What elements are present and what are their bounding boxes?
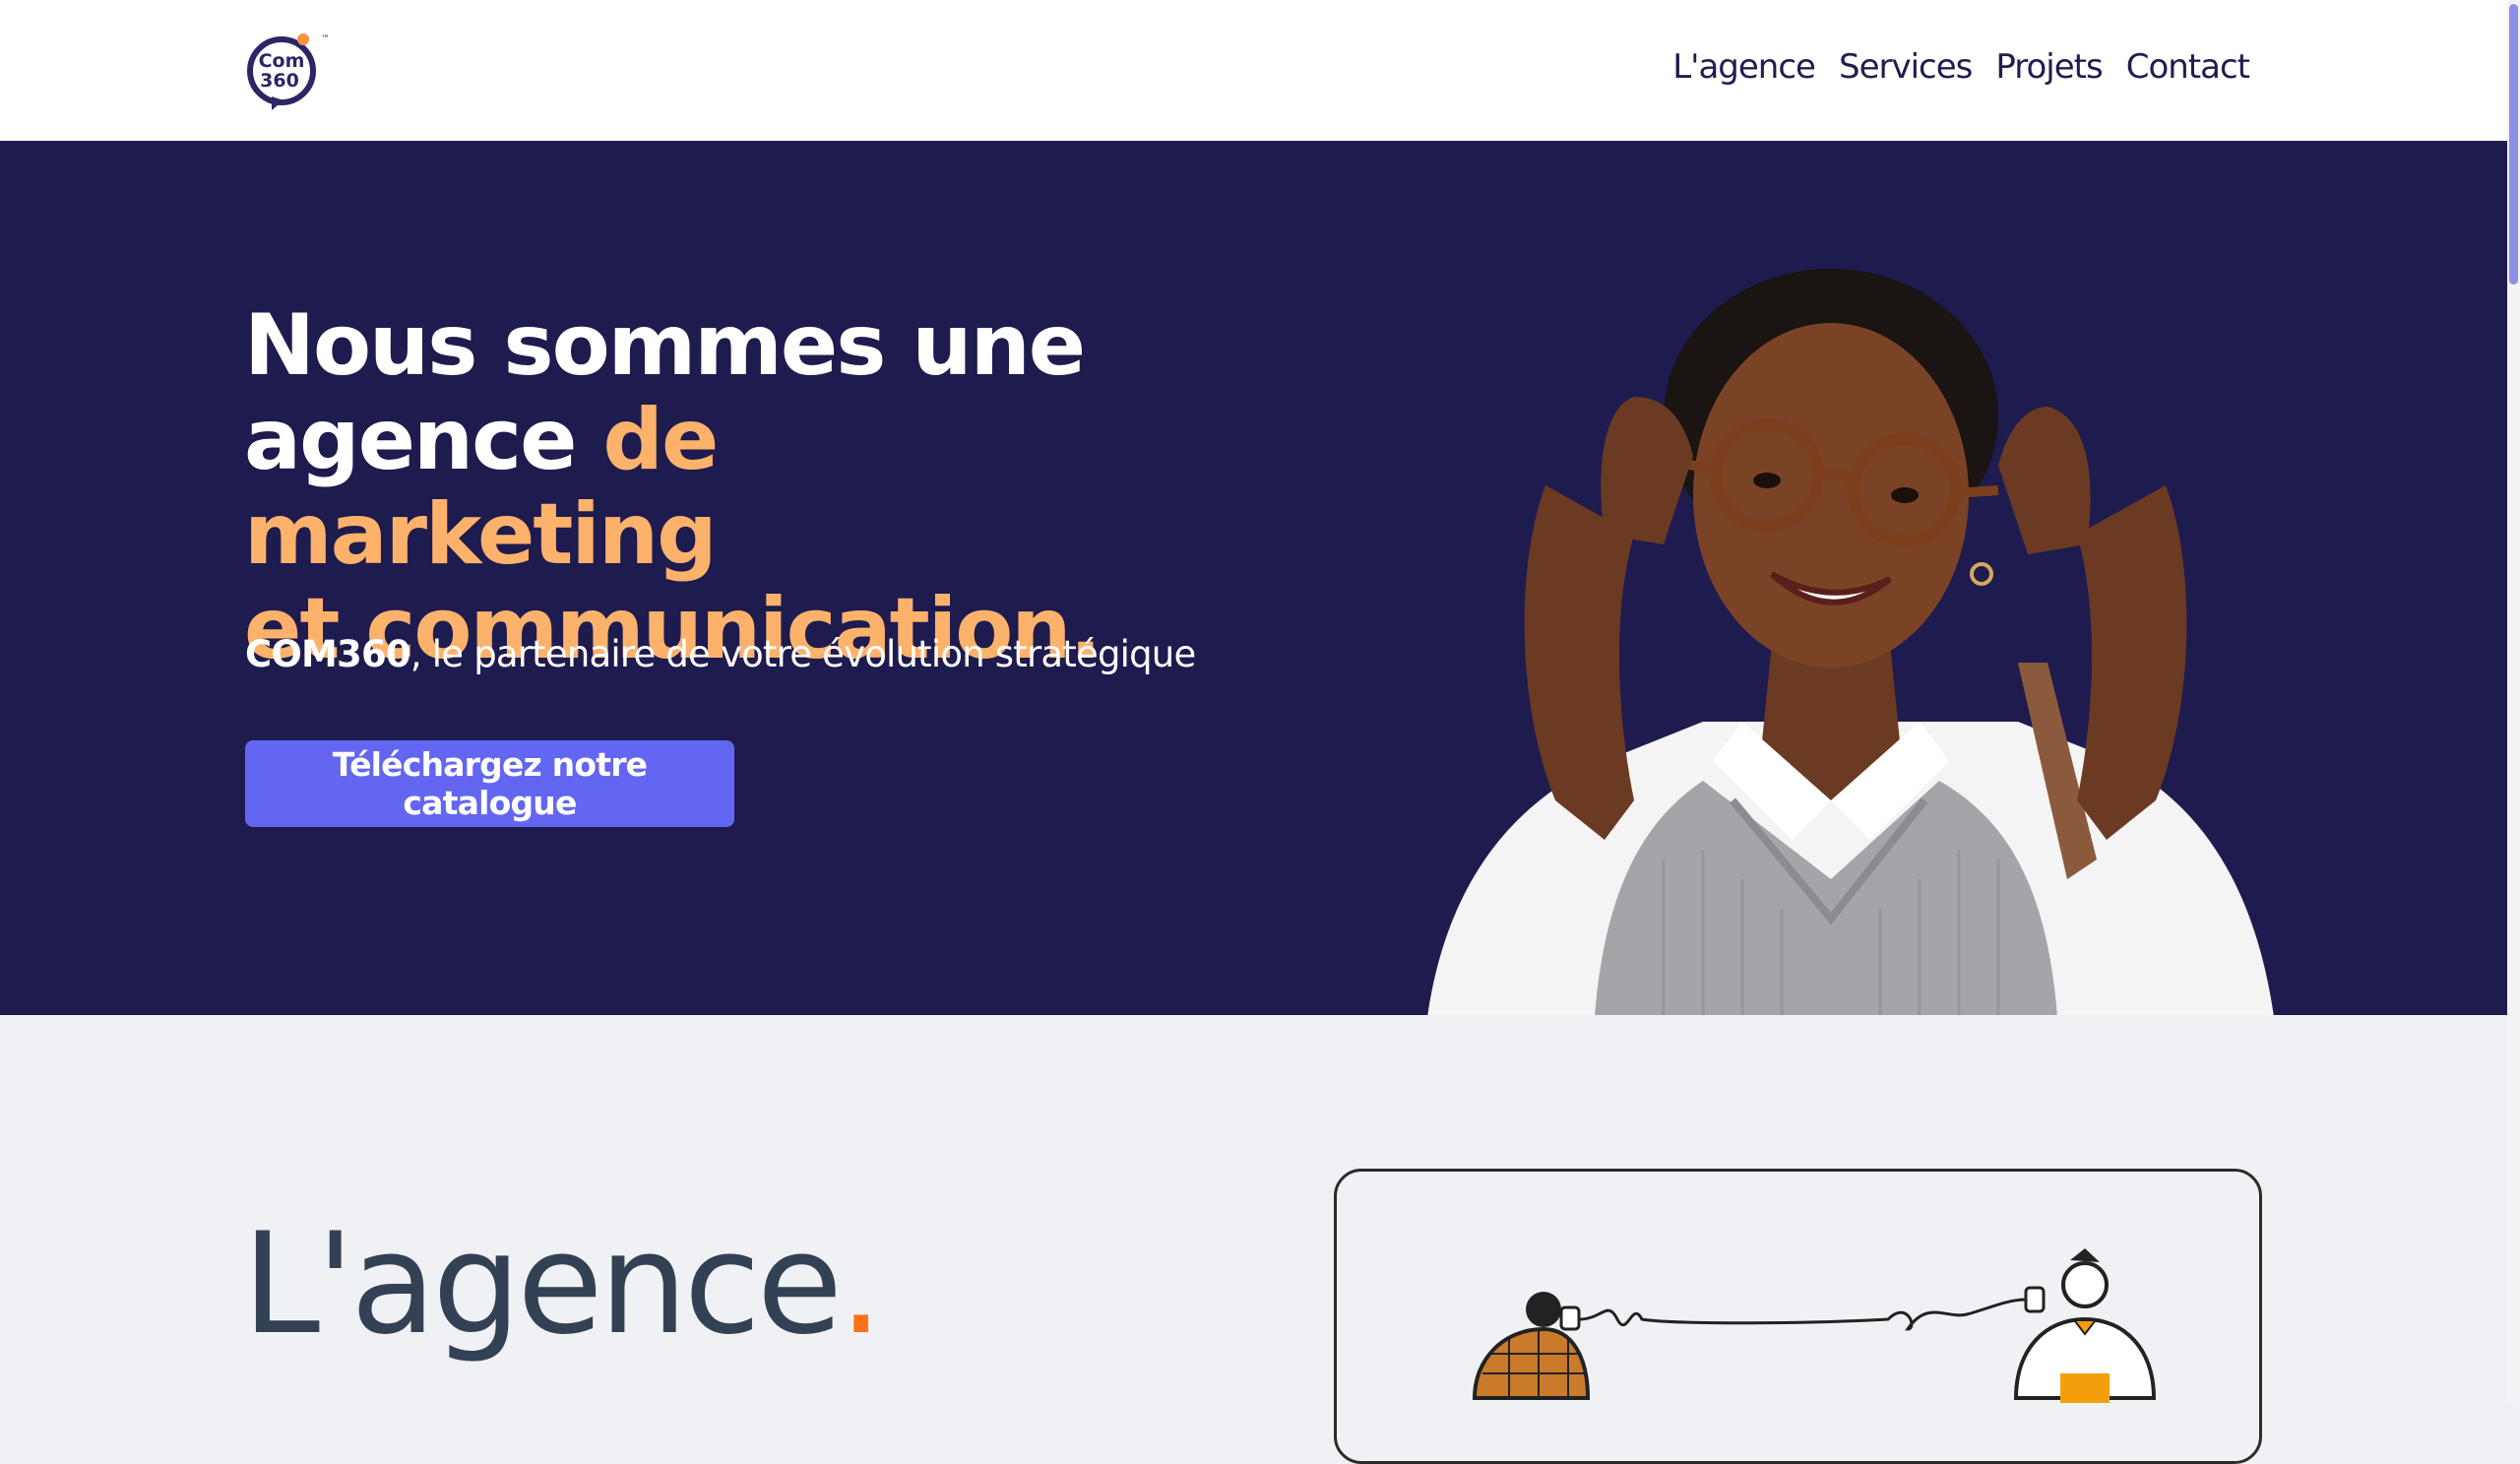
nav-link-contact[interactable]: Contact bbox=[2126, 47, 2250, 87]
agence-illustration-card bbox=[1334, 1169, 2262, 1464]
hero-section: Nous sommes une agence de marketing et c… bbox=[0, 141, 2507, 1015]
page-scrollbar[interactable] bbox=[2507, 0, 2520, 1402]
download-catalogue-button[interactable]: Téléchargez notre catalogue bbox=[245, 740, 734, 827]
agence-title-text: L'agence bbox=[242, 1203, 843, 1366]
logo-text-top: Com bbox=[259, 50, 305, 72]
nav-link-projets[interactable]: Projets bbox=[1995, 47, 2103, 87]
logo-tm: ™ bbox=[321, 34, 330, 44]
tin-can-phone-illustration bbox=[1472, 1248, 2157, 1403]
hero-subtitle-brand: COM360 bbox=[245, 633, 411, 675]
hero-subtitle: COM360, le partenaire de votre évolution… bbox=[245, 633, 1196, 675]
logo-text-bottom: 360 bbox=[260, 70, 299, 92]
com360-logo-icon[interactable]: Com 360 ™ bbox=[242, 28, 331, 112]
nav-link-agence[interactable]: L'agence bbox=[1672, 47, 1816, 87]
site-header: Com 360 ™ L'agence Services Projets Cont… bbox=[0, 0, 2507, 141]
agence-section-title: L'agence. bbox=[242, 1203, 883, 1366]
hero-title-line2-plain: agence bbox=[244, 391, 603, 489]
hero-title-line1: Nous sommes une bbox=[244, 296, 1086, 395]
hero-subtitle-rest: , le partenaire de votre évolution strat… bbox=[410, 633, 1196, 675]
agence-title-dot: . bbox=[839, 1203, 883, 1366]
woman-glasses-photo bbox=[1427, 269, 2274, 1015]
nav-link-services[interactable]: Services bbox=[1839, 47, 1973, 87]
scrollbar-thumb[interactable] bbox=[2509, 4, 2518, 285]
main-nav: L'agence Services Projets Contact bbox=[1672, 47, 2250, 87]
hero-title: Nous sommes une agence de marketing et c… bbox=[244, 298, 1209, 676]
